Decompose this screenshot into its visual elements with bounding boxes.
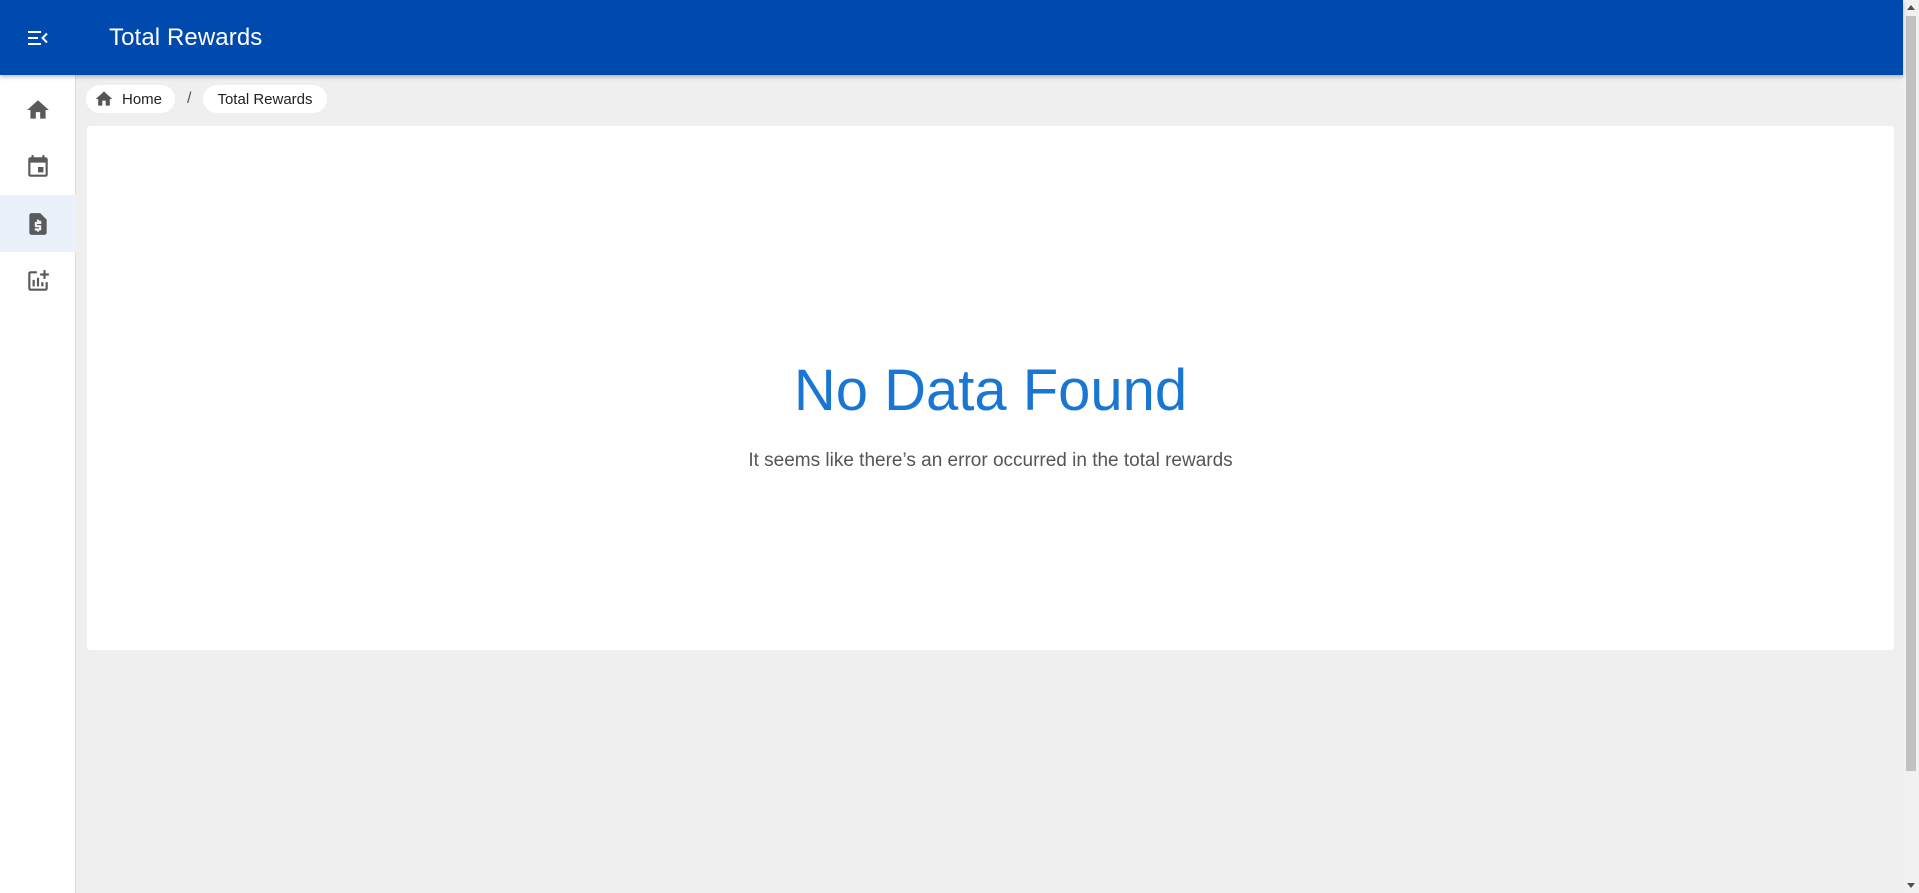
calendar-icon <box>28 154 48 177</box>
content-card: No Data Found It seems like there’s an e… <box>87 126 1894 650</box>
page-scrollbar[interactable] <box>1903 0 1919 893</box>
breadcrumb-home-label: Home <box>122 90 163 108</box>
scroll-thumb[interactable] <box>1906 16 1916 771</box>
home-icon <box>95 91 113 106</box>
sidebar-nav <box>0 75 76 893</box>
breadcrumb: Home / Total Rewards <box>86 85 327 113</box>
breadcrumb-current-label: Total Rewards <box>217 90 313 108</box>
breadcrumb-current[interactable]: Total Rewards <box>203 85 327 113</box>
breadcrumb-separator: / <box>187 90 192 107</box>
page-title: Total Rewards <box>109 24 263 51</box>
invoice-dollar-icon <box>29 212 47 235</box>
chart-add-icon <box>28 269 49 291</box>
scroll-up-icon[interactable] <box>1907 5 1915 10</box>
sidebar-item-home[interactable] <box>0 81 76 138</box>
breadcrumb-home[interactable]: Home <box>86 85 176 113</box>
home-icon <box>27 99 49 119</box>
sidebar-item-add-chart[interactable] <box>0 252 76 309</box>
sidebar-item-total-rewards[interactable] <box>0 195 76 252</box>
app-bar: Total Rewards <box>0 0 1903 75</box>
menu-toggle-button[interactable] <box>18 20 58 56</box>
menu-collapse-icon <box>28 31 48 45</box>
scroll-down-icon[interactable] <box>1907 883 1915 888</box>
empty-state-title: No Data Found <box>793 358 1188 423</box>
empty-state-message: It seems like there’s an error occurred … <box>748 450 1233 471</box>
sidebar-item-calendar[interactable] <box>0 138 76 195</box>
